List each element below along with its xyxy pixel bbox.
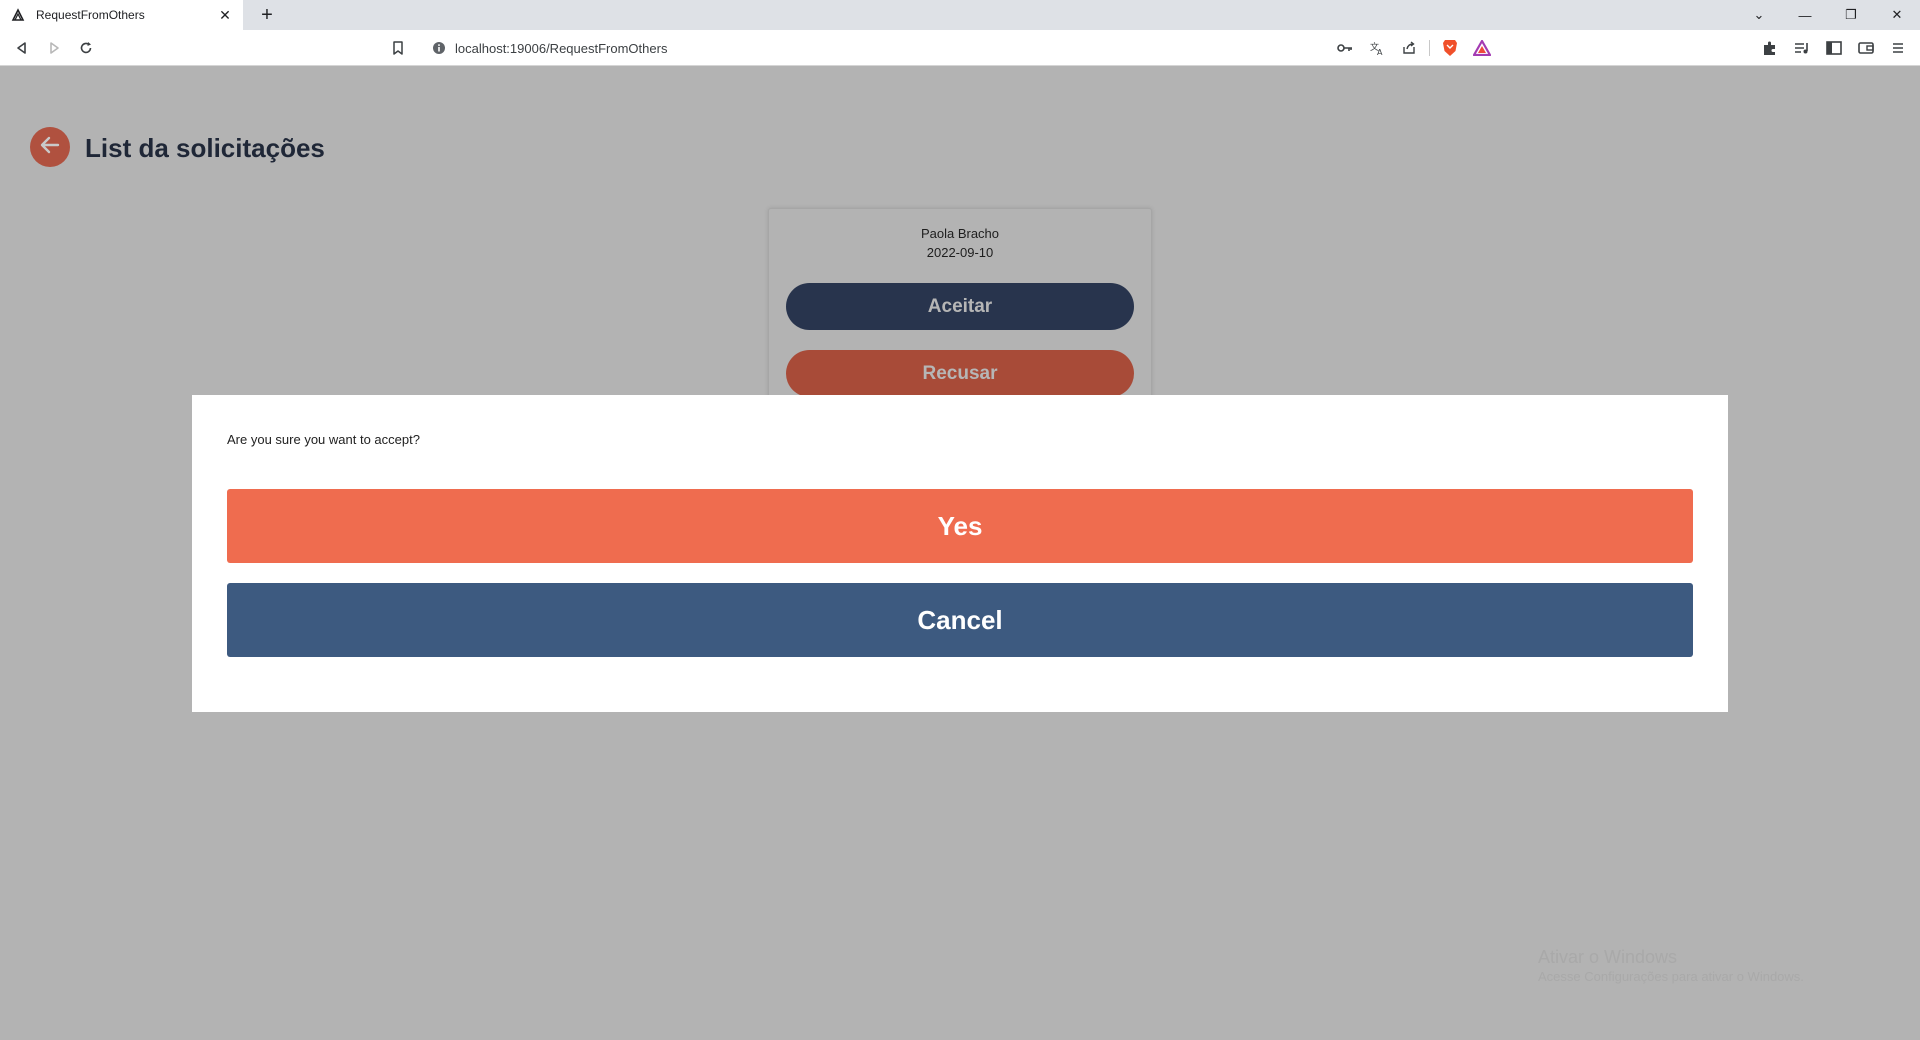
window-controls: ⌄ — ❐ ✕ <box>1736 0 1920 30</box>
brave-shields-icon[interactable] <box>1438 36 1462 60</box>
tab-title: RequestFromOthers <box>36 8 145 22</box>
site-info-icon[interactable] <box>431 40 447 56</box>
yes-button[interactable]: Yes <box>227 489 1693 563</box>
url-text[interactable]: localhost:19006/RequestFromOthers <box>455 41 1333 56</box>
watermark-title: Ativar o Windows <box>1538 947 1678 967</box>
wallet-icon[interactable] <box>1854 36 1878 60</box>
media-queue-icon[interactable] <box>1790 36 1814 60</box>
confirm-dialog: Are you sure you want to accept? Yes Can… <box>192 395 1728 712</box>
menu-icon[interactable] <box>1886 36 1910 60</box>
address-bar[interactable]: localhost:19006/RequestFromOthers 文A <box>420 34 1500 62</box>
cancel-button[interactable]: Cancel <box>227 583 1693 657</box>
minimize-button[interactable]: — <box>1782 0 1828 30</box>
refuse-button[interactable]: Recusar <box>786 350 1134 397</box>
new-tab-button[interactable]: + <box>256 4 278 26</box>
browser-tab-strip: RequestFromOthers ✕ + ⌄ — ❐ ✕ <box>0 0 1920 30</box>
requester-name: Paola Bracho <box>920 226 1000 241</box>
arrow-left-icon <box>40 136 60 159</box>
forward-nav-icon[interactable] <box>42 36 66 60</box>
request-date: 2022-09-10 <box>926 245 994 260</box>
browser-tab[interactable]: RequestFromOthers ✕ <box>0 0 243 30</box>
sidebar-toggle-icon[interactable] <box>1822 36 1846 60</box>
back-button[interactable] <box>30 127 70 167</box>
extensions-puzzle-icon[interactable] <box>1758 36 1782 60</box>
browser-toolbar: localhost:19006/RequestFromOthers 文A <box>0 30 1920 66</box>
restore-button[interactable]: ❐ <box>1828 0 1874 30</box>
tab-close-icon[interactable]: ✕ <box>217 7 233 23</box>
omnibox-divider <box>1429 40 1430 56</box>
windows-activation-watermark: Ativar o Windows Acesse Configurações pa… <box>1538 946 1804 986</box>
accept-button[interactable]: Aceitar <box>786 283 1134 330</box>
translate-icon[interactable]: 文A <box>1365 36 1389 60</box>
share-icon[interactable] <box>1397 36 1421 60</box>
close-window-button[interactable]: ✕ <box>1874 0 1920 30</box>
svg-text:A: A <box>1377 48 1383 56</box>
key-icon[interactable] <box>1333 36 1357 60</box>
watermark-subtitle: Acesse Configurações para ativar o Windo… <box>1538 969 1804 984</box>
brave-rewards-icon[interactable] <box>1470 36 1494 60</box>
page-title: List da solicitações <box>85 133 325 163</box>
extensions-area <box>1758 36 1910 60</box>
tab-search-button[interactable]: ⌄ <box>1736 0 1782 30</box>
dialog-message: Are you sure you want to accept? <box>227 432 420 447</box>
reload-icon[interactable] <box>74 36 98 60</box>
bookmark-icon[interactable] <box>386 36 410 60</box>
expo-favicon-icon <box>10 7 26 23</box>
back-nav-icon[interactable] <box>10 36 34 60</box>
